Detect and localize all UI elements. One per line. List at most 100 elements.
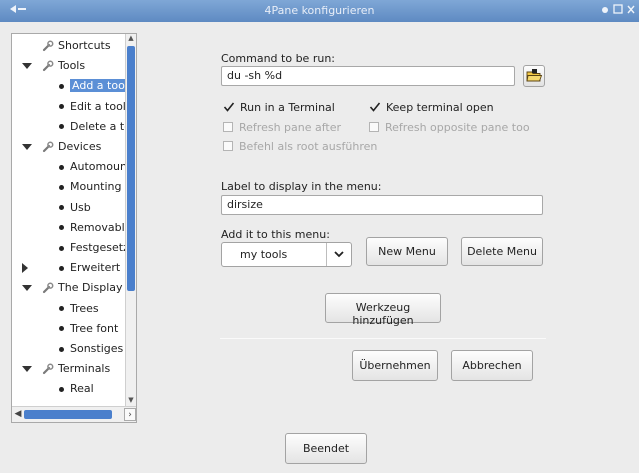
tree-item-content: Removable bbox=[59, 219, 126, 237]
delete-menu-button[interactable]: Delete Menu bbox=[461, 237, 543, 266]
tree-item[interactable]: Automount bbox=[12, 158, 126, 176]
tree-vertical-scrollbar[interactable]: ▲ ▼ bbox=[125, 34, 136, 406]
tree-item[interactable]: Add a tool bbox=[12, 77, 126, 95]
new-menu-button-label: New Menu bbox=[378, 245, 436, 258]
tree-item-label: The Display bbox=[58, 281, 123, 295]
tree-item-content: Mounting bbox=[59, 178, 122, 196]
refresh-pane-after-checkbox[interactable]: Refresh pane after bbox=[223, 120, 341, 136]
wrench-icon bbox=[42, 60, 54, 72]
tree-item[interactable]: The Display bbox=[12, 279, 126, 297]
tree-item[interactable]: Tree font bbox=[12, 320, 126, 338]
tree-item-content: Tools bbox=[42, 57, 85, 75]
finish-button[interactable]: Beendet bbox=[285, 433, 367, 464]
bullet-icon bbox=[59, 326, 64, 332]
scroll-down-icon[interactable]: ▼ bbox=[126, 396, 136, 406]
tree-item[interactable]: Mounting bbox=[12, 178, 126, 196]
menu-select[interactable]: my tools bbox=[221, 242, 352, 267]
tree-item-content: Automount bbox=[59, 158, 126, 176]
wrench-icon bbox=[42, 40, 54, 52]
tree-item[interactable]: Devices bbox=[12, 138, 126, 156]
browse-button[interactable] bbox=[523, 65, 545, 87]
tree-item[interactable]: Tools bbox=[12, 57, 126, 75]
bullet-icon bbox=[59, 265, 64, 271]
tree-item[interactable]: Edit a tool bbox=[12, 98, 126, 116]
tree-item[interactable]: Trees bbox=[12, 300, 126, 318]
minimize-icon[interactable] bbox=[601, 3, 609, 18]
expand-arrow-right-icon[interactable] bbox=[22, 263, 28, 274]
apply-button[interactable]: Übernehmen bbox=[352, 350, 438, 381]
tree-horizontal-scrollbar[interactable]: ◀ › bbox=[12, 406, 136, 422]
scroll-up-icon[interactable]: ▲ bbox=[126, 34, 136, 44]
cancel-button-label: Abbrechen bbox=[462, 359, 522, 372]
tree-item[interactable]: Terminals bbox=[12, 360, 126, 378]
separator bbox=[220, 338, 546, 339]
horizontal-scroll-thumb[interactable] bbox=[24, 410, 112, 419]
tree-item-label: Erweitert bbox=[70, 261, 121, 275]
tree-item[interactable]: Usb bbox=[12, 199, 126, 217]
checkbox-box bbox=[369, 122, 379, 132]
wrench-icon bbox=[42, 363, 54, 375]
tree-item-content: Delete a too bbox=[59, 118, 126, 136]
refresh-opposite-pane-checkbox[interactable]: Refresh opposite pane too bbox=[369, 120, 530, 136]
run-as-root-checkbox[interactable]: Befehl als root ausführen bbox=[223, 139, 377, 155]
tree-item-content: The Display bbox=[42, 279, 123, 297]
tree-item[interactable]: Removable bbox=[12, 219, 126, 237]
tree-item[interactable]: Real bbox=[12, 380, 126, 398]
scroll-right-icon[interactable]: › bbox=[124, 408, 136, 421]
tree-item-label: Automount bbox=[70, 160, 126, 174]
close-icon[interactable] bbox=[627, 3, 635, 18]
tree-item[interactable]: Shortcuts bbox=[12, 37, 126, 55]
tree-item-label: Edit a tool bbox=[70, 99, 126, 113]
tree-item-label: Shortcuts bbox=[58, 39, 111, 52]
settings-tree[interactable]: Shortcuts Tools Add a tool Edit a tool Delet… bbox=[11, 33, 137, 423]
keep-terminal-open-checkbox[interactable]: Keep terminal open bbox=[369, 100, 494, 116]
tree-item[interactable]: Sonstiges bbox=[12, 340, 126, 358]
tree-item-label: Real bbox=[70, 382, 94, 396]
tree-list: Shortcuts Tools Add a tool Edit a tool Delet… bbox=[12, 34, 126, 406]
window-controls bbox=[601, 3, 635, 18]
add-tool-button[interactable]: Werkzeug hinzufügen bbox=[325, 293, 441, 327]
command-label: Command to be run: bbox=[221, 52, 335, 65]
finish-button-label: Beendet bbox=[302, 442, 350, 455]
tree-item-content: Festgesetzt bbox=[59, 239, 126, 257]
bullet-icon bbox=[59, 164, 64, 170]
bullet-icon bbox=[59, 346, 64, 352]
tree-item-content: Tree font bbox=[59, 320, 118, 338]
refresh-pane-after-label: Refresh pane after bbox=[239, 121, 342, 134]
scroll-left-icon[interactable]: ◀ bbox=[12, 408, 24, 421]
new-menu-button[interactable]: New Menu bbox=[366, 237, 448, 266]
expand-arrow-down-icon[interactable] bbox=[22, 63, 32, 70]
delete-menu-button-label: Delete Menu bbox=[467, 245, 537, 258]
tree-item[interactable]: Delete a too bbox=[12, 118, 126, 136]
tree-item-content: Erweitert bbox=[59, 259, 120, 277]
bullet-icon bbox=[59, 83, 64, 89]
tree-item-content: Sonstiges bbox=[59, 340, 123, 358]
vertical-scroll-thumb[interactable] bbox=[127, 46, 135, 291]
tree-item-content: Terminals bbox=[42, 360, 110, 378]
bullet-icon bbox=[59, 184, 64, 190]
title-bar[interactable]: 4Pane konfigurieren bbox=[0, 0, 639, 22]
expand-arrow-down-icon[interactable] bbox=[22, 366, 32, 373]
tree-item-content: Add a tool bbox=[59, 77, 126, 95]
tree-item-content: Devices bbox=[42, 138, 101, 156]
run-in-terminal-checkbox[interactable]: Run in a Terminal bbox=[223, 100, 335, 116]
run-as-root-label: Befehl als root ausführen bbox=[239, 140, 378, 153]
config-window: 4Pane konfigurieren Shortcuts Tools Add a … bbox=[0, 0, 639, 473]
maximize-icon[interactable] bbox=[613, 3, 623, 18]
chevron-down-icon[interactable] bbox=[326, 243, 351, 266]
tree-item[interactable]: Erweitert bbox=[12, 259, 126, 277]
bullet-icon bbox=[59, 386, 64, 392]
tree-item-label: Delete a too bbox=[70, 119, 126, 133]
checkbox-box bbox=[223, 122, 233, 132]
command-input[interactable]: du -sh %d bbox=[221, 66, 515, 86]
tree-item-label: Mounting bbox=[70, 180, 122, 194]
expand-arrow-down-icon[interactable] bbox=[22, 285, 32, 292]
tree-item[interactable]: Festgesetzt bbox=[12, 239, 126, 257]
cancel-button[interactable]: Abbrechen bbox=[451, 350, 533, 381]
bullet-icon bbox=[59, 245, 64, 251]
expand-arrow-down-icon[interactable] bbox=[22, 144, 32, 150]
menu-label-input[interactable]: dirsize bbox=[221, 195, 543, 215]
add-tool-button-label: Werkzeug hinzufügen bbox=[352, 301, 414, 327]
tree-item-label: Tree font bbox=[70, 321, 119, 335]
bullet-icon bbox=[59, 306, 64, 312]
